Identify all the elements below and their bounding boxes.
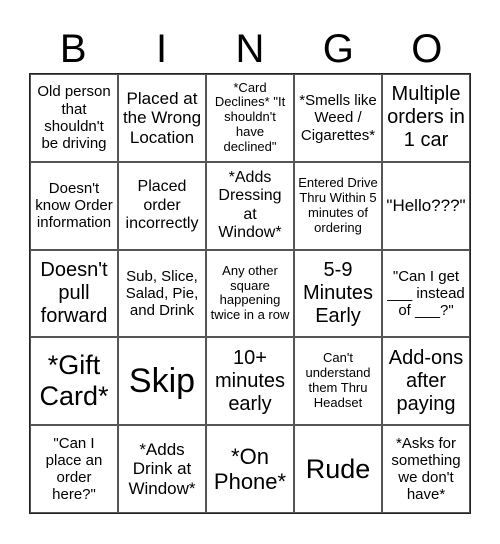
bingo-cell[interactable]: Any other square happening twice in a ro… <box>206 249 294 338</box>
bingo-cell[interactable]: 10+ minutes early <box>206 337 294 426</box>
bingo-cell[interactable]: Add-ons after paying <box>382 337 470 426</box>
bingo-cell[interactable]: "Can I place an order here?" <box>30 425 118 513</box>
header-letter-i: I <box>156 27 168 71</box>
bingo-cell[interactable]: *Adds Dressing at Window* <box>206 161 294 250</box>
bingo-cell[interactable]: 5-9 Minutes Early <box>294 249 382 338</box>
bingo-cell[interactable]: Doesn't pull forward <box>30 249 118 338</box>
bingo-cell[interactable]: Placed at the Wrong Location <box>118 74 206 162</box>
header-letter-g: G <box>322 27 354 71</box>
bingo-cell[interactable]: Can't understand them Thru Headset <box>294 337 382 426</box>
bingo-cell[interactable]: *Gift Card* <box>30 337 118 426</box>
bingo-cell[interactable]: Sub, Slice, Salad, Pie, and Drink <box>118 249 206 338</box>
bingo-cell[interactable]: Skip <box>118 337 206 426</box>
bingo-cell[interactable]: Rude <box>294 425 382 513</box>
bingo-cell[interactable]: Entered Drive Thru Within 5 minutes of o… <box>294 161 382 250</box>
bingo-cell[interactable]: "Hello???" <box>382 161 470 250</box>
bingo-cell[interactable]: Old person that shouldn't be driving <box>30 74 118 162</box>
bingo-grid: Old person that shouldn't be driving Pla… <box>29 73 471 514</box>
header-letter-n: N <box>235 27 265 71</box>
bingo-cell[interactable]: Placed order incorrectly <box>118 161 206 250</box>
bingo-cell[interactable]: Doesn't know Order information <box>30 161 118 250</box>
bingo-cell[interactable]: *Adds Drink at Window* <box>118 425 206 513</box>
bingo-cell[interactable]: *On Phone* <box>206 425 294 513</box>
bingo-cell[interactable]: *Card Declines* "It shouldn't have decli… <box>206 74 294 162</box>
header-letter-o: O <box>411 27 443 71</box>
bingo-cell[interactable]: *Asks for something we don't have* <box>382 425 470 513</box>
bingo-cell[interactable]: Multiple orders in 1 car <box>382 74 470 162</box>
header-letter-b: B <box>59 27 87 71</box>
bingo-cell[interactable]: *Smells like Weed / Cigarettes* <box>294 74 382 162</box>
bingo-header: B I N G O <box>29 26 471 72</box>
bingo-cell[interactable]: "Can I get ___ instead of ___?" <box>382 249 470 338</box>
